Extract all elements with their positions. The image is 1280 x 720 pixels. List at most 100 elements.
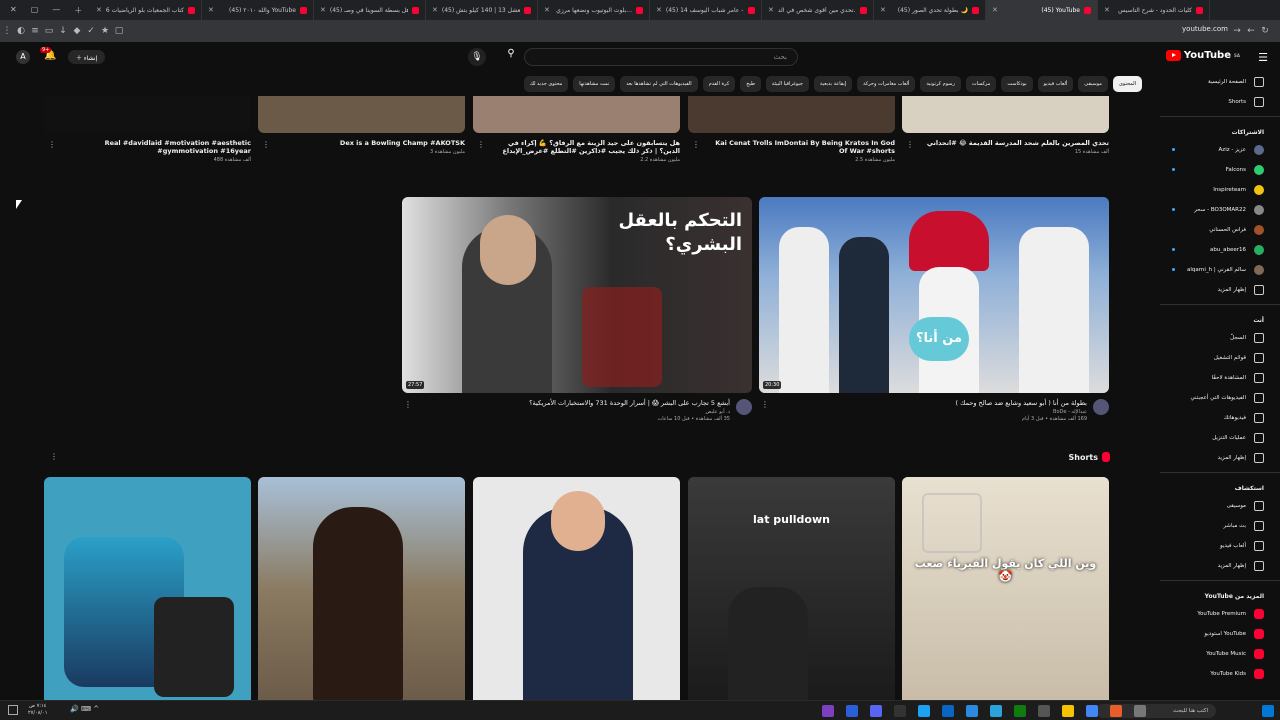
address-bar-url[interactable]: youtube.com — [1182, 25, 1228, 33]
taskbar-app-icon[interactable] — [894, 705, 906, 717]
extensions-icon[interactable]: ⋮ — [0, 26, 14, 36]
category-chip[interactable]: كرة القدم — [702, 76, 736, 92]
taskbar-app-icon[interactable] — [846, 705, 858, 717]
download-icon[interactable]: ↓ — [56, 26, 70, 36]
browser-tab[interactable]: ✕ بلوت اليوتيوب ونضعها مرزي... — [538, 0, 650, 20]
browser-tab[interactable]: ✕ (45) واللّه ٢٠١٠ YouTube — [202, 0, 314, 20]
video-title[interactable]: أبشع 5 تجارب على البشر 😱 | أسرار الوحدة … — [402, 399, 730, 407]
channel-avatar[interactable] — [1093, 399, 1109, 415]
show-desktop-icon[interactable] — [8, 705, 18, 715]
account-avatar[interactable]: A — [16, 50, 30, 64]
category-chip[interactable]: بودكاست — [1001, 76, 1033, 92]
extension-icon[interactable]: ✓ — [84, 26, 98, 36]
channel-name[interactable]: د. أبو عليص — [402, 409, 730, 415]
sidebar-item[interactable]: BO3OMAR22 - سحر — [1160, 200, 1280, 220]
search-icon[interactable]: ⚲ — [500, 48, 522, 66]
video-card[interactable]: من أنا؟ 20:30 بطولة من أنا ( أبو سعيد وشاي… — [759, 197, 1109, 422]
short-card[interactable] — [44, 477, 251, 700]
close-tab-icon[interactable]: ✕ — [96, 6, 102, 14]
cast-icon[interactable]: ≡ — [28, 26, 42, 36]
close-tab-icon[interactable]: ✕ — [208, 6, 214, 14]
category-chip[interactable]: إيقاعة بديعية — [814, 76, 853, 92]
video-card[interactable]: التحكم بالعقل البشري؟ 27:57 أبشع 5 تجارب ع… — [402, 197, 752, 422]
channel-name[interactable]: عبدالإله - BoDe — [759, 409, 1087, 415]
short-thumbnail[interactable] — [473, 96, 680, 133]
sidebar-item[interactable]: عزيز - Aziz — [1160, 140, 1280, 160]
category-chip[interactable]: موسيقى — [1078, 76, 1108, 92]
short-title[interactable]: Kai Cenat Trolls ImDontai By Being Krato… — [688, 139, 895, 155]
category-chip[interactable]: مزكسات — [965, 76, 997, 92]
taskbar-app-icon[interactable] — [1062, 705, 1074, 717]
taskbar-app-icon[interactable] — [918, 705, 930, 717]
category-chip[interactable]: تمت مشاهدتها — [573, 76, 616, 92]
sidebar-item[interactable]: فراس الحسناني — [1160, 220, 1280, 240]
taskbar-app-icon[interactable] — [1086, 705, 1098, 717]
microphone-icon[interactable]: 🎙 — [468, 48, 486, 66]
screen-capture-icon[interactable]: ▢ — [112, 26, 126, 36]
sidebar-item[interactable]: abu_abeer16 — [1160, 240, 1280, 260]
taskbar-app-icon[interactable] — [1110, 705, 1122, 717]
sidebar-item[interactable]: ألعاب فيديو — [1160, 536, 1280, 556]
create-button[interactable]: ＋ إنشاء — [68, 50, 106, 64]
sidebar-item[interactable]: Shorts — [1160, 92, 1280, 112]
extension-icon[interactable]: ◆ — [70, 26, 84, 36]
maximize-window-icon[interactable]: ▢ — [31, 5, 39, 16]
category-chip[interactable]: ألعاب فيديو — [1037, 76, 1074, 92]
category-chip[interactable]: محتوى جديد لك — [523, 76, 569, 92]
sidebar-item[interactable]: السجلّ — [1160, 328, 1280, 348]
profile-icon[interactable]: ◐ — [14, 26, 28, 36]
window-controls[interactable]: ✕ ▢ — ＋ — [0, 5, 90, 16]
taskbar-app-icon[interactable] — [966, 705, 978, 717]
notifications-bell-icon[interactable]: 🔔 9+ — [40, 47, 56, 61]
sidebar-section-title[interactable]: الاشتراكات — [1160, 121, 1280, 140]
short-card[interactable] — [473, 477, 680, 700]
sidebar-item[interactable]: موسيقى — [1160, 496, 1280, 516]
sidebar-icon[interactable]: ▭ — [42, 26, 56, 36]
short-title[interactable]: Dex is a Bowling Champ #AKOTSK — [258, 139, 465, 147]
windows-start-icon[interactable] — [1262, 705, 1274, 717]
close-tab-icon[interactable]: ✕ — [768, 6, 774, 14]
category-chip[interactable]: رسوم كرتونية — [920, 76, 961, 92]
sidebar-item[interactable]: الصفحة الرئيسية — [1160, 72, 1280, 92]
browser-tab[interactable]: ✕(45) عامر شباب اليوسف 14 - e — [650, 0, 762, 20]
minimize-window-icon[interactable]: — — [52, 5, 60, 16]
more-actions-icon[interactable]: ⋮ — [48, 140, 56, 149]
sidebar-item[interactable]: YouTube استوديو — [1160, 624, 1280, 644]
short-thumbnail[interactable] — [688, 96, 895, 133]
short-thumbnail[interactable] — [44, 96, 251, 133]
sidebar-item[interactable]: الفيديوهات التي أعجبتني — [1160, 388, 1280, 408]
short-card[interactable]: تحدي المصرين بالعلم شحد المدرسة القديمة … — [902, 96, 1109, 155]
category-chip[interactable]: ألعاب مغامرات وحركة — [857, 76, 916, 92]
short-card[interactable] — [258, 477, 465, 700]
browser-tab[interactable]: ✕(45) شعشل 13 | 140 كيلو بتش... — [426, 0, 538, 20]
taskbar-app-icon[interactable] — [990, 705, 1002, 717]
channel-avatar[interactable] — [736, 399, 752, 415]
more-actions-icon[interactable]: ⋮ — [761, 400, 769, 409]
short-title[interactable]: Real #davidlaid #motivation #aesthetic #… — [44, 139, 251, 155]
video-thumbnail[interactable]: التحكم بالعقل البشري؟ 27:57 — [402, 197, 752, 393]
close-tab-icon[interactable]: ✕ — [1104, 6, 1110, 14]
browser-tab[interactable]: ✕ (45) YouTube — [986, 0, 1098, 20]
reload-icon[interactable]: ↻ — [1258, 26, 1272, 36]
taskbar-clock[interactable]: ٧:١٤ ص ٢٧/٠٨/٠١ — [28, 703, 47, 717]
new-tab-icon[interactable]: ＋ — [74, 5, 82, 16]
short-thumbnail[interactable] — [902, 96, 1109, 133]
sidebar-item[interactable]: إظهار المزيد — [1160, 448, 1280, 468]
more-actions-icon[interactable]: ⋮ — [404, 400, 412, 409]
sidebar-item[interactable]: YouTube Music — [1160, 644, 1280, 664]
category-chip[interactable]: المحتوى — [1112, 76, 1142, 92]
sidebar-item[interactable]: سالم القرني | alqarni_h — [1160, 260, 1280, 280]
short-thumbnail[interactable] — [258, 477, 465, 700]
sidebar-item[interactable]: إظهار المزيد — [1160, 280, 1280, 300]
close-tab-icon[interactable]: ✕ — [544, 6, 550, 14]
taskbar-app-icon[interactable] — [1014, 705, 1026, 717]
short-card[interactable]: وين اللي كان يقول الفيزياء صعب🤡 — [902, 477, 1109, 700]
short-thumbnail[interactable]: وين اللي كان يقول الفيزياء صعب🤡 — [902, 477, 1109, 700]
sidebar-section-title[interactable]: المزيد من YouTube — [1160, 585, 1280, 604]
more-actions-icon[interactable]: ⋮ — [906, 140, 914, 149]
sidebar-item[interactable]: Inspireteam — [1160, 180, 1280, 200]
short-card[interactable]: هل يتسابقون على جيد الزينة مع الرفاق؟ 💪 … — [473, 96, 680, 163]
back-icon[interactable]: → — [1230, 26, 1244, 36]
short-card[interactable]: Dex is a Bowling Champ #AKOTSK 3 مليون مش… — [258, 96, 465, 155]
browser-tab[interactable]: ✕(45) هل بسطة السوينا في وصـ... — [314, 0, 426, 20]
